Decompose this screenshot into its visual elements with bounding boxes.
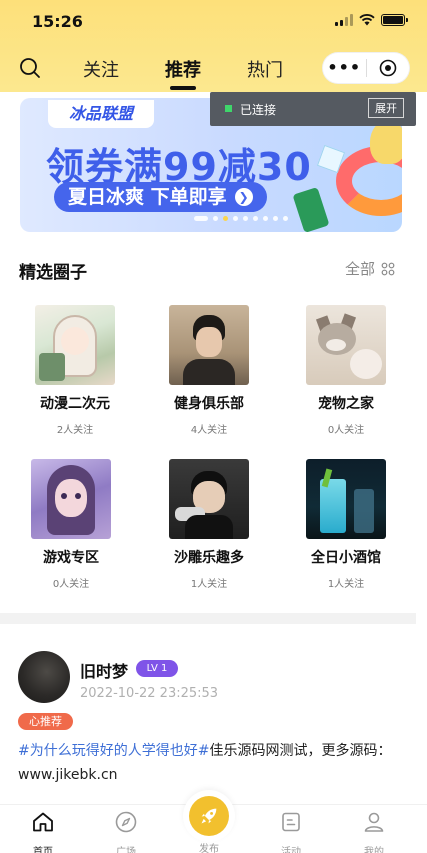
post-username[interactable]: 旧时梦 — [80, 658, 128, 682]
circle-name: 全日小酒馆 — [311, 550, 381, 566]
circle-card[interactable]: 全日小酒馆 1人关注 — [286, 459, 406, 590]
arrow-right-icon: ❯ — [234, 188, 253, 206]
more-button[interactable]: ••• — [323, 52, 366, 84]
pagination-dot[interactable] — [213, 216, 218, 221]
tab-activity[interactable]: 活动 — [261, 805, 321, 853]
fun-photo — [169, 459, 249, 539]
post-content[interactable]: #为什么玩得好的人学得也好#佳乐源码网测试，更多源码：www.jikebk.cn — [18, 739, 408, 787]
level-badge: LV 1 — [136, 660, 178, 677]
avatar[interactable] — [18, 651, 70, 703]
game-photo — [31, 459, 111, 539]
circle-name: 动漫二次元 — [40, 396, 110, 412]
circle-followers: 0人关注 — [52, 579, 90, 590]
pagination-dot[interactable] — [263, 216, 268, 221]
circle-card[interactable]: 宠物之家 0人关注 — [286, 305, 406, 436]
pagination-dot[interactable] — [194, 216, 208, 221]
banner-pagination — [194, 216, 288, 221]
tab-square[interactable]: 广场 — [96, 805, 156, 853]
tab-label: 活动 — [281, 847, 301, 853]
battery-icon — [381, 14, 408, 26]
wifi-icon — [359, 14, 375, 26]
banner-logo: 冰品联盟 — [48, 100, 154, 128]
status-time: 15:26 — [32, 12, 83, 31]
banner-cta[interactable]: 夏日冰爽 下单即享 ❯ — [54, 182, 267, 212]
circle-followers: 0人关注 — [327, 425, 365, 436]
tab-mine[interactable]: 我的 — [344, 805, 404, 853]
circle-followers: 1人关注 — [327, 579, 365, 590]
compass-icon — [115, 811, 137, 833]
rocket-icon — [201, 808, 217, 824]
circle-card[interactable]: 沙雕乐趣多 1人关注 — [149, 459, 269, 590]
circle-card[interactable]: 动漫二次元 2人关注 — [15, 305, 135, 436]
pagination-dot[interactable] — [283, 216, 288, 221]
circle-card[interactable]: 游戏专区 0人关注 — [11, 459, 131, 590]
circle-card[interactable]: 健身俱乐部 4人关注 — [149, 305, 269, 436]
signal-icon — [335, 14, 353, 26]
tab-label: 发布 — [199, 844, 219, 853]
tab-home[interactable]: 首页 — [13, 805, 73, 853]
circle-name: 宠物之家 — [318, 396, 374, 412]
pet-photo — [306, 305, 386, 385]
circle-name: 健身俱乐部 — [174, 396, 244, 412]
connected-dot-icon — [225, 105, 232, 112]
publish-button[interactable] — [183, 790, 235, 842]
fitness-photo — [169, 305, 249, 385]
search-icon[interactable] — [18, 56, 42, 80]
pagination-dot[interactable] — [273, 216, 278, 221]
pagination-dot[interactable] — [253, 216, 258, 221]
view-all-button[interactable]: 全部 — [345, 258, 395, 279]
section-title: 精选圈子 — [19, 263, 87, 283]
tab-hot[interactable]: 热门 — [247, 56, 283, 82]
mascot-illustration — [370, 120, 402, 164]
mini-program-capsule: ••• — [322, 52, 410, 84]
circle-followers: 1人关注 — [190, 579, 228, 590]
connection-status-bar: 已连接 展开 — [210, 92, 416, 126]
anime-photo — [35, 305, 115, 385]
section-divider — [0, 613, 416, 624]
tab-follow[interactable]: 关注 — [83, 56, 119, 82]
profile-icon — [364, 812, 384, 832]
circle-name: 游戏专区 — [43, 550, 99, 566]
pagination-dot[interactable] — [223, 216, 228, 221]
activity-icon — [282, 812, 300, 832]
tab-label: 首页 — [33, 847, 53, 853]
hashtag-link[interactable]: #为什么玩得好的人学得也好# — [18, 743, 209, 759]
tab-label: 我的 — [364, 847, 384, 853]
connection-status: 已连接 — [240, 103, 277, 117]
pagination-dot[interactable] — [233, 216, 238, 221]
header: 15:26 关注 推荐 热门 ••• — [0, 0, 427, 92]
tab-recommend[interactable]: 推荐 — [165, 56, 201, 82]
pagination-dot[interactable] — [243, 216, 248, 221]
home-icon — [33, 812, 53, 832]
banner-cta-label: 夏日冰爽 下单即享 — [68, 186, 227, 208]
circle-followers: 2人关注 — [56, 425, 94, 436]
circle-followers: 4人关注 — [190, 425, 228, 436]
tab-label: 广场 — [116, 847, 136, 853]
grid-icon — [381, 262, 395, 275]
recommend-badge: 心推荐 — [18, 713, 73, 730]
tab-active-indicator — [170, 86, 196, 90]
expand-button[interactable]: 展开 — [368, 98, 404, 118]
drink-can-illustration — [292, 186, 330, 232]
target-icon — [379, 59, 397, 77]
close-mini-program-button[interactable] — [366, 52, 409, 84]
post-time: 2022-10-22 23:25:53 — [80, 686, 219, 701]
status-icons — [335, 14, 408, 26]
circle-name: 沙雕乐趣多 — [174, 550, 244, 566]
top-nav: 关注 推荐 热门 ••• — [0, 48, 427, 90]
bar-photo — [306, 459, 386, 539]
view-all-label: 全部 — [345, 260, 376, 278]
status-bar: 15:26 — [0, 0, 427, 44]
